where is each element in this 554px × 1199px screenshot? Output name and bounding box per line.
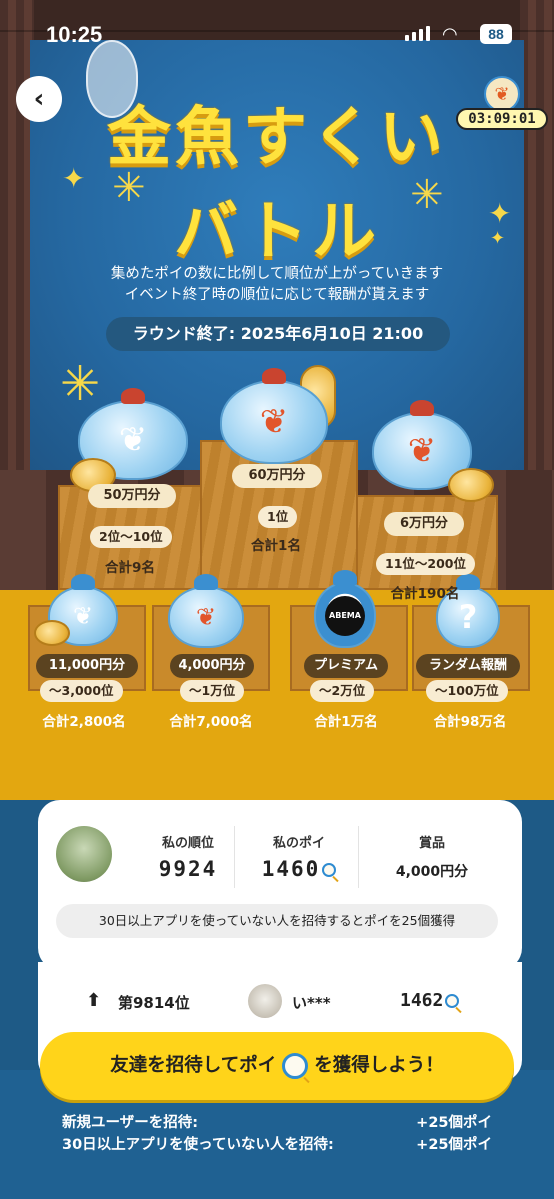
cta-label-after: を獲得しよう！ [314,1055,444,1076]
rival-position: 第9814位 [118,994,190,1012]
prize-stat: 賞品 4,000円分 [372,832,492,881]
reward-label: 新規ユーザーを招待: [62,1115,199,1131]
reward-value: +25個ポイ [416,1115,492,1131]
goldfish-bag-icon: ❦ [168,574,244,648]
back-button[interactable]: ‹ [16,76,62,122]
event-description: 集めたポイの数に比例して順位が上がっていきます イベント終了時の順位に応じて報酬… [0,264,554,306]
prize-rank-second: 2位〜10位 [90,526,172,548]
invite-hint: 30日以上アプリを使っていない人を招待するとポイを25個獲得 [56,904,498,938]
reward-row: 30日以上アプリを使っていない人を招待: +25個ポイ [62,1134,492,1156]
prize-count-lower: 合計7,000名 [169,714,253,730]
prize-count-second: 合計9名 [105,560,155,576]
prize-rank-first: 1位 [258,506,298,528]
prize-amount-first: 60万円分 [232,464,322,488]
rival-score: 1462 [400,990,444,1011]
title-line-2: バトル [174,195,380,269]
goldfish-icon: ❦ [484,76,520,112]
my-rank-stat: 私の順位 9924 [138,832,238,881]
prize-amount-second: 50万円分 [88,484,176,508]
status-time: 10:25 [46,22,103,47]
timer-countdown: 03:09:01 [456,108,548,130]
prize-amount-lower: 4,000円分 [170,654,254,678]
rival-name: い*** [292,994,331,1012]
my-stats-card: 私の順位 9924 私のポイ 1460 賞品 4,000円分 30日以上アプリを… [38,800,522,970]
cta-label-before: 友達を招待してポイ [110,1055,277,1076]
my-rank-label: 私の順位 [161,836,214,851]
prize-amount-lower: 11,000円分 [36,654,138,678]
prize-count-lower: 合計98万名 [433,714,507,730]
poi-icon [445,994,460,1008]
divider [234,826,235,888]
goldfish-icon: ❦ [259,402,289,442]
coin-stack-icon [34,620,70,646]
divider [358,826,359,888]
my-poi-value: 1460 [261,857,321,881]
event-timer[interactable]: ❦ 03:09:01 [456,76,548,130]
goldfish-icon: ❦ [407,431,437,471]
prize-rank-lower: 〜100万位 [426,680,508,702]
goldfish-icon: ❦ [118,420,148,460]
prize-rank-lower: 〜3,000位 [40,680,123,702]
reward-row: 新規ユーザーを招待: +25個ポイ [62,1112,492,1134]
description-line: 集めたポイの数に比例して順位が上がっていきます [110,266,444,282]
wifi-icon: ◠ [442,24,458,45]
signal-icon [405,26,430,41]
abema-logo: ABEMA [325,596,365,637]
reward-label: 30日以上アプリを使っていない人を招待: [62,1137,334,1153]
round-end-pill: ラウンド終了: 2025年6月10日 21:00 [106,317,450,351]
my-poi-row: 1460 [244,857,354,881]
prize-label: 賞品 [418,836,445,851]
invite-rewards: 新規ユーザーを招待: +25個ポイ 30日以上アプリを使っていない人を招待: +… [62,1112,492,1156]
arrow-up-icon: ⬆ [86,990,102,1011]
description-line: イベント終了時の順位に応じて報酬が貰えます [124,287,430,303]
rival-row[interactable]: ⬆ 第9814位 い*** 1462 [38,984,522,1020]
prize-count-first: 合計1名 [251,538,301,554]
prize-count-lower: 合計1万名 [314,714,378,730]
coin-stack-icon [448,468,494,502]
prize-rank-lower: 〜1万位 [180,680,245,702]
poi-icon [282,1053,309,1079]
goldfish-bag-icon: ❦ [220,368,328,464]
battery-icon: 88 [480,24,512,44]
rival-avatar [248,984,282,1018]
my-rank-value: 9924 [158,857,218,881]
goldfish-icon: ❦ [72,602,94,630]
sparkle-icon: ✳ [60,356,101,412]
my-poi-stat: 私のポイ 1460 [244,832,354,881]
avatar[interactable] [56,826,112,882]
question-icon: ? [458,598,478,636]
my-poi-label: 私のポイ [272,836,325,851]
back-arrow-icon: ‹ [33,84,45,114]
prize-rank-third: 11位〜200位 [376,553,475,575]
poi-icon [322,863,337,877]
invite-friends-button[interactable]: 友達を招待してポイ を獲得しよう！ [40,1032,514,1100]
reward-value: +25個ポイ [416,1137,492,1153]
prize-amount-lower: ランダム報酬 [416,654,520,678]
abema-bag-icon: ABEMA [314,570,376,648]
rival-score-row: 1462 [400,990,460,1011]
status-bar: 10:25 ◠ 88 [0,0,554,70]
prize-rank-lower: 〜2万位 [310,680,375,702]
prize-amount-lower: プレミアム [304,654,388,678]
goldfish-icon: ❦ [195,603,217,631]
prize-value: 4,000円分 [395,864,469,880]
prize-amount-third: 6万円分 [384,512,464,536]
prize-count-lower: 合計2,800名 [42,714,126,730]
prize-count-third: 合計190名 [390,586,460,602]
